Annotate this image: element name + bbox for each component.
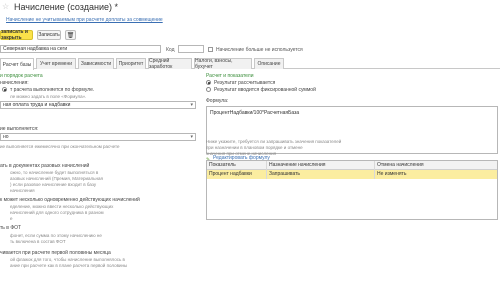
group4-title: чивается при расчете первой половины мес…: [0, 250, 111, 256]
chevron-down-icon: ▾: [190, 102, 193, 108]
group2-title: к может несколько одновременно действующ…: [0, 197, 140, 203]
row-assign[interactable]: Запрашивать: [267, 170, 375, 179]
name-input[interactable]: Северная надбавка на сеги: [0, 45, 161, 53]
left-section-title: и порядок расчета: [0, 73, 43, 79]
group1-line2: азовых начислений (Премия, Материальная: [10, 176, 103, 181]
performed-value: но: [3, 134, 9, 140]
tab-time[interactable]: Учет времени: [36, 58, 76, 69]
table-row[interactable]: Процент надбавки Запрашивать Не изменять: [207, 170, 497, 179]
group4-line2: ание при расчете как в плане расчета пер…: [10, 263, 128, 268]
title-bar: ☆ Начисление (создание) *: [0, 0, 500, 16]
tab-description[interactable]: Описание: [254, 58, 284, 69]
formula-radio[interactable]: [2, 87, 7, 92]
unused-checkbox[interactable]: [208, 47, 213, 52]
formula-value: ПроцентНадбавки/100*РасчетнаяБаза: [210, 110, 300, 116]
result-calculated-radio[interactable]: [206, 80, 211, 85]
favorite-star-icon[interactable]: ☆: [2, 2, 9, 11]
table-header: Показатель Назначение начисления Отмена …: [207, 161, 497, 170]
info-line3: значения при отмене начисления: [206, 151, 277, 156]
window-title: Начисление (создание) *: [14, 2, 118, 12]
tab-taxes[interactable]: Налоги, взносы, бухучет: [194, 58, 252, 70]
tab-dependencies[interactable]: Зависимости: [78, 58, 114, 69]
accrual-subtitle: начисления:: [0, 80, 29, 86]
group4-line1: ой флажок для того, чтобы начисление вып…: [10, 257, 125, 262]
group3-title: ть в ФОТ: [0, 225, 22, 231]
code-label: Код: [166, 47, 175, 53]
header-assign[interactable]: Назначение начисления: [267, 161, 375, 170]
info-line1: Ниже укажите, требуется ли запрашивать з…: [206, 139, 342, 144]
group2-line1: еделение, можно ввести несколько действу…: [10, 204, 114, 209]
calc-type-select[interactable]: ная оплата труда и надбавки ▾: [0, 101, 196, 109]
row-cancel[interactable]: Не изменять: [375, 170, 499, 179]
formula-label: Формула:: [206, 98, 229, 104]
tab-strip: Расчет базы Учет времени Зависимости При…: [0, 58, 500, 70]
performed-hint: ие выполняется ежемесячно при окончатель…: [0, 144, 120, 149]
header-indicator[interactable]: Показатель: [207, 161, 267, 170]
tab-avg-earnings[interactable]: Средний заработок: [148, 58, 192, 70]
header-cancel[interactable]: Отмена начисления: [375, 161, 499, 170]
group1-title: ать в документах разовых начислений: [0, 163, 90, 169]
group3-line1: фонет, если сумма по этому начислению не: [10, 233, 102, 238]
group3-line2: ть включена в состав ФОТ: [10, 239, 66, 244]
indicators-table[interactable]: Показатель Назначение начисления Отмена …: [206, 160, 498, 220]
name-row: Северная надбавка на сеги Код Начисление…: [0, 45, 500, 55]
code-input[interactable]: [178, 45, 204, 53]
row-indicator[interactable]: Процент надбавки: [207, 170, 267, 179]
trash-icon[interactable]: 🗑: [65, 30, 76, 40]
group1-line1: ожно, то начисление будет выполняться в: [10, 170, 99, 175]
unused-label: Начисление больше не используется: [216, 47, 303, 53]
formula-radio-hint: ле можно задать в поле «Формула».: [10, 94, 87, 99]
info-line2: при назначении в плановом порядке и отме…: [206, 145, 303, 150]
calc-type-value: ная оплата труда и надбавки: [3, 102, 71, 108]
tab-base-calc[interactable]: Расчет базы: [0, 58, 34, 70]
group1-line4: начисления: [10, 188, 35, 193]
save-and-close-button[interactable]: записать и закрыть: [0, 29, 33, 41]
group2-line3: е: [10, 216, 13, 221]
result-fixed-label: Результат вводится фиксированной суммой: [214, 87, 316, 93]
performed-select[interactable]: но ▾: [0, 133, 196, 141]
group2-line2: начислений для одного сотрудника в разно…: [10, 210, 104, 215]
performed-label: ие выполняется:: [0, 126, 39, 132]
right-section-title: Расчет и показатели: [206, 73, 254, 79]
tab-priority[interactable]: Приоритет: [116, 58, 146, 69]
chevron-down-icon: ▾: [190, 134, 193, 140]
result-fixed-radio[interactable]: [206, 87, 211, 92]
not-counted-link[interactable]: Начисление не учитываемым при расчете до…: [6, 17, 163, 23]
toolbar: записать и закрыть Записать 🗑: [0, 29, 500, 42]
result-calculated-label: Результат рассчитывается: [214, 80, 276, 86]
group1-line3: ) если разовое начисление входит в базу: [10, 182, 97, 187]
save-button[interactable]: Записать: [37, 30, 61, 40]
formula-radio-label: т расчета выполняется по формуле.: [10, 87, 95, 93]
